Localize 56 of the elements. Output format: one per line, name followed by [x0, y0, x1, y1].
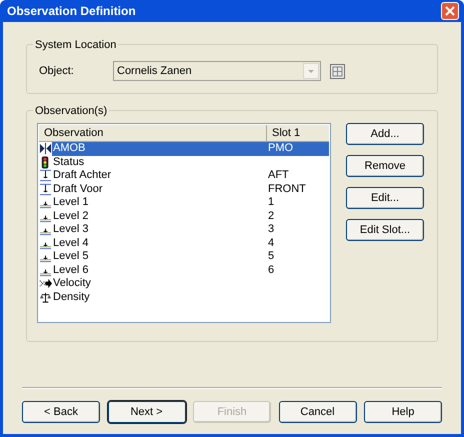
wizard-button[interactable]: < Back	[22, 401, 100, 423]
observation-name: Level 2	[52, 210, 90, 222]
balance-scale-icon	[39, 290, 52, 304]
object-label: Object:	[39, 64, 75, 79]
slot-value: 3	[267, 224, 274, 236]
column-header[interactable]: Slot 1	[267, 125, 329, 141]
observation-name: Level 6	[52, 264, 90, 276]
close-button[interactable]	[441, 2, 459, 20]
slot-value: 5	[267, 251, 274, 262]
list-row[interactable]: Draft Achter AFT	[52, 169, 329, 182]
slot-value: FRONT	[267, 184, 306, 195]
wizard-button[interactable]: Next >	[108, 401, 186, 423]
list-row[interactable]: AMOB PMO	[52, 142, 329, 156]
observation-name: Level 1	[52, 197, 90, 208]
action-button[interactable]: Edit Slot...	[346, 219, 424, 241]
group-title: System Location	[33, 37, 118, 54]
slot-value: 1	[267, 197, 274, 208]
browse-button[interactable]	[330, 64, 345, 78]
observation-name: AMOB	[52, 143, 86, 154]
list-row[interactable]: Density	[52, 290, 329, 304]
observation-name: Density	[52, 292, 91, 303]
slot-value: 2	[267, 210, 274, 222]
action-button[interactable]: Remove	[346, 155, 424, 177]
list-row[interactable]: Level 3 3	[52, 223, 329, 236]
list-row[interactable]: Velocity	[52, 277, 329, 290]
column-header[interactable]: Observation	[39, 125, 267, 141]
observation-name: Draft Achter	[52, 170, 112, 182]
object-dropdown[interactable]: Cornelis Zanen	[113, 61, 321, 81]
list-row[interactable]: Status	[52, 156, 329, 169]
draft-icon	[39, 182, 52, 196]
observation-name: Level 5	[52, 251, 90, 262]
list-row[interactable]: Draft Voor FRONT	[52, 182, 329, 196]
observation-name: Status	[52, 156, 86, 168]
slot-value: AFT	[267, 170, 289, 182]
list-row[interactable]: Level 2 2	[52, 210, 329, 223]
wizard-button[interactable]: Help	[364, 401, 442, 423]
list-row[interactable]: Level 1 1	[52, 196, 329, 210]
draft-icon	[39, 169, 52, 182]
observation-name: Velocity	[52, 278, 92, 290]
wizard-button[interactable]: Cancel	[278, 401, 356, 423]
action-button[interactable]: Add...	[346, 123, 424, 145]
arrow-icon	[39, 277, 52, 290]
list-row[interactable]: Level 5 5	[52, 250, 329, 264]
grid-icon	[332, 66, 343, 76]
slot-value: 6	[267, 264, 274, 276]
observation-name: Level 3	[52, 224, 90, 236]
observation-name: Level 4	[52, 238, 90, 249]
window-title: Observation Definition	[7, 3, 136, 20]
list-row[interactable]: Level 4 4	[52, 236, 329, 250]
observation-name: Draft Voor	[52, 184, 104, 195]
slot-value: PMO	[267, 143, 294, 154]
action-button[interactable]: Edit...	[346, 187, 424, 209]
group-title: Observation(s)	[33, 103, 110, 120]
close-icon	[445, 6, 455, 16]
list-row[interactable]: Level 6 6	[52, 264, 329, 277]
slot-value: 4	[267, 238, 274, 249]
